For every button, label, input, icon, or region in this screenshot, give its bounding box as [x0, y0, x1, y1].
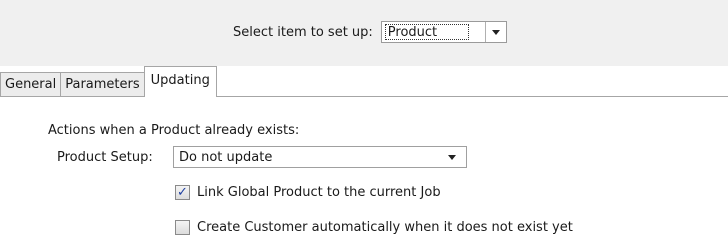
item-type-dropdown[interactable]: Product: [380, 21, 507, 43]
tab-parameters[interactable]: Parameters: [60, 72, 145, 97]
link-global-product-checkbox[interactable]: ✓: [175, 184, 190, 200]
item-type-dropdown-button[interactable]: [484, 22, 506, 42]
link-global-product-label[interactable]: Link Global Product to the current Job: [197, 185, 441, 200]
item-type-value: Product: [384, 24, 469, 40]
checkmark-icon: ✓: [177, 184, 188, 200]
product-setup-label: Product Setup:: [57, 149, 153, 165]
tab-updating[interactable]: Updating: [143, 66, 217, 97]
updating-panel: Actions when a Product already exists: P…: [0, 97, 728, 248]
product-setup-row: Product Setup: Do not update: [57, 146, 467, 168]
section-heading: Actions when a Product already exists:: [48, 123, 300, 138]
item-selector-row: Select item to set up: Product: [233, 21, 507, 43]
tab-divider: [0, 96, 728, 97]
tab-general[interactable]: General: [0, 72, 62, 97]
create-customer-checkbox[interactable]: [175, 219, 190, 235]
create-customer-label[interactable]: Create Customer automatically when it do…: [197, 220, 573, 235]
chevron-down-icon: [491, 29, 500, 35]
select-item-label: Select item to set up:: [233, 24, 373, 40]
active-tab-gap: [144, 96, 216, 97]
product-setup-dropdown[interactable]: Do not update: [173, 146, 467, 168]
chevron-down-icon: [448, 154, 456, 160]
product-setup-value: Do not update: [179, 149, 273, 165]
tab-bar: General Parameters Updating: [0, 66, 217, 97]
link-global-product-option[interactable]: ✓ Link Global Product to the current Job: [175, 183, 441, 201]
create-customer-option[interactable]: Create Customer automatically when it do…: [175, 218, 573, 236]
